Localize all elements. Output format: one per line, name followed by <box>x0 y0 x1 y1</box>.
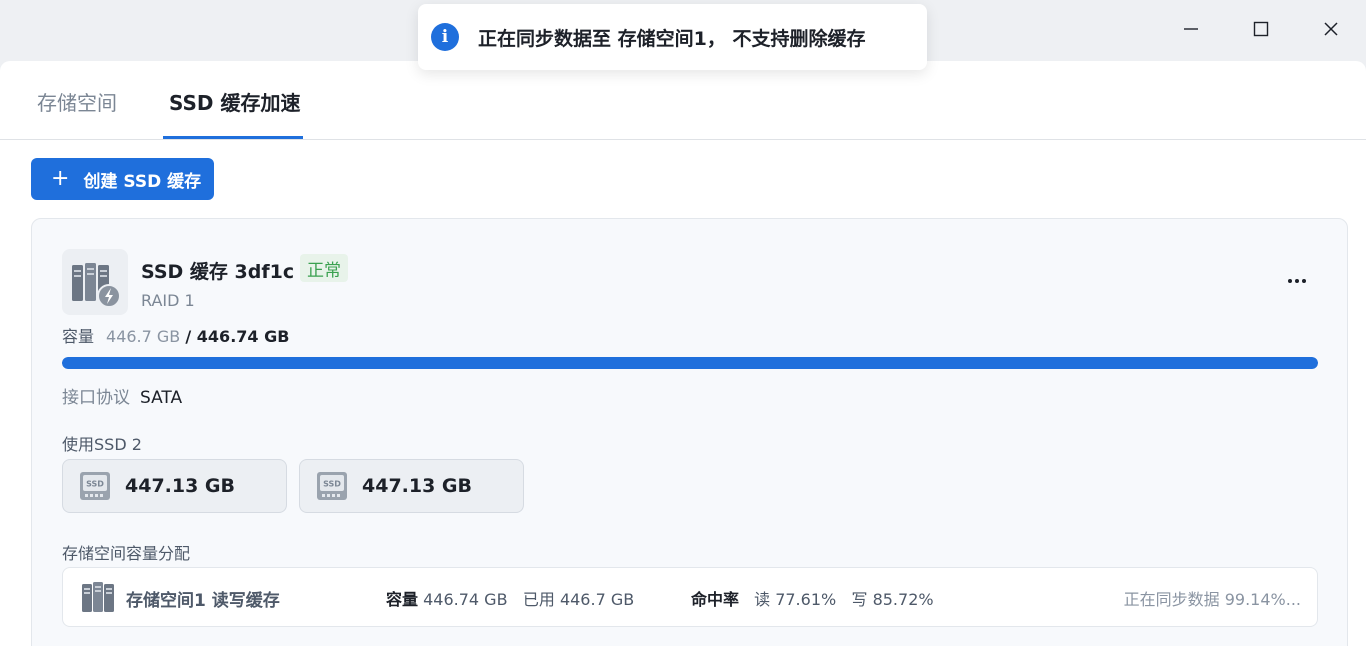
info-icon: i <box>431 23 459 51</box>
maximize-icon <box>1253 21 1269 37</box>
allocation-capacity-label: 容量 <box>386 590 419 609</box>
minimize-button[interactable] <box>1156 0 1226 58</box>
ssd-cache-icon <box>62 249 128 315</box>
ssd-icon: SSD <box>80 472 110 500</box>
create-ssd-cache-label: 创建 SSD 缓存 <box>83 171 202 192</box>
plus-icon: + <box>51 166 70 191</box>
capacity-progress-fill <box>62 357 1318 369</box>
maximize-button[interactable] <box>1226 0 1296 58</box>
status-badge: 正常 <box>300 254 348 282</box>
allocation-capacity-value: 446.74 GB <box>423 590 508 609</box>
allocation-used-label: 已用 <box>522 590 555 609</box>
svg-text:SSD: SSD <box>86 480 104 489</box>
capacity-total: / 446.74 GB <box>185 327 290 346</box>
allocation-title: 存储空间容量分配 <box>62 544 191 563</box>
more-options-button[interactable] <box>1282 269 1312 293</box>
capacity-label: 容量 <box>62 327 95 346</box>
capacity-row: 容量 446.7 GB / 446.74 GB <box>62 323 289 347</box>
allocation-capacity: 容量 446.74 GB 已用 446.7 GB <box>386 586 634 610</box>
storage-pool-icon <box>82 582 114 612</box>
hit-rate-write: 写 85.72% <box>851 590 934 609</box>
toast-notification: i 正在同步数据至 存储空间1， 不支持删除缓存 <box>418 4 927 70</box>
hit-rate-read: 读 77.61% <box>754 590 837 609</box>
allocation-hit-rate: 命中率 读 77.61% 写 85.72% <box>691 586 934 610</box>
minimize-icon <box>1184 28 1198 30</box>
ssd-disk-size: 447.13 GB <box>125 475 236 497</box>
close-button[interactable] <box>1296 0 1366 58</box>
server-flash-icon <box>72 263 121 308</box>
tab-ssd-cache[interactable]: SSD 缓存加速 <box>169 87 300 116</box>
ssd-icon: SSD <box>317 472 347 500</box>
toast-message: 正在同步数据至 存储空间1， 不支持删除缓存 <box>478 27 866 50</box>
svg-text:SSD: SSD <box>323 480 341 489</box>
ssd-disk-1[interactable]: SSD 447.13 GB <box>62 459 287 513</box>
main-panel: 存储空间 SSD 缓存加速 + 创建 SSD 缓存 SSD 缓存 3df1c 正… <box>0 61 1366 646</box>
create-ssd-cache-button[interactable]: + 创建 SSD 缓存 <box>31 158 214 200</box>
ssd-disk-2[interactable]: SSD 447.13 GB <box>299 459 524 513</box>
ssd-cache-card: SSD 缓存 3df1c 正常 RAID 1 容量 446.7 GB / 446.… <box>31 218 1348 646</box>
more-dot-icon <box>1302 279 1306 283</box>
allocation-used-value: 446.7 GB <box>559 590 635 609</box>
hit-rate-label: 命中率 <box>691 590 740 609</box>
capacity-progress-bar <box>62 357 1318 369</box>
more-dot-icon <box>1295 279 1299 283</box>
used-ssd-label: 使用SSD 2 <box>62 435 142 454</box>
window-controls <box>1156 0 1366 60</box>
allocation-row[interactable]: 存储空间1 读写缓存 容量 446.74 GB 已用 446.7 GB 命中率 … <box>62 567 1318 627</box>
sync-status: 正在同步数据 99.14%... <box>1123 590 1301 609</box>
more-dot-icon <box>1288 279 1292 283</box>
ssd-disk-size: 447.13 GB <box>362 475 473 497</box>
allocation-name: 存储空间1 读写缓存 <box>126 591 280 611</box>
interface-value: SATA <box>140 388 183 408</box>
cache-name: SSD 缓存 3df1c <box>141 261 295 283</box>
interface-label: 接口协议 <box>62 388 130 408</box>
tab-bar: 存储空间 SSD 缓存加速 <box>0 61 1366 140</box>
capacity-used: 446.7 GB <box>106 327 181 346</box>
raid-level: RAID 1 <box>141 291 195 310</box>
tab-storage-space[interactable]: 存储空间 <box>37 87 117 116</box>
close-icon <box>1324 22 1338 36</box>
interface-row: 接口协议 SATA <box>62 383 182 408</box>
active-tab-indicator <box>163 136 303 139</box>
